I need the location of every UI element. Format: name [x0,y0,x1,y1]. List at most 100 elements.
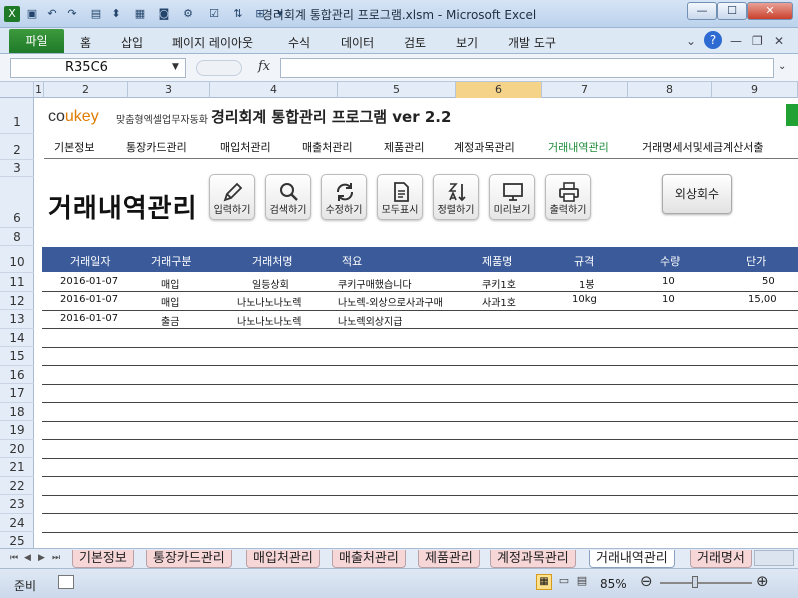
ribbon-collapse-icon[interactable]: ⌄ [686,34,696,48]
table-cell[interactable]: 50 [762,276,775,287]
formula-expand-handle[interactable] [196,60,242,76]
tab-insert[interactable]: 삽입 [121,34,143,51]
nav-item-bank-card[interactable]: 통장카드관리 [126,139,187,155]
insert-function-icon[interactable]: fx [258,59,270,74]
row-header[interactable]: 16 [0,366,34,384]
page-layout-view-icon[interactable]: ▭ [556,574,572,590]
row-header[interactable]: 1 [0,98,34,134]
doc-minimize-icon[interactable]: — [730,34,742,48]
show-all-button[interactable]: 모두표시 [377,174,423,220]
sheet-tab-bank-card[interactable]: 통장카드관리 [146,550,232,568]
table-cell[interactable]: 10 [662,276,675,287]
column-header[interactable]: 9 [712,82,798,98]
tab-data[interactable]: 데이터 [341,34,374,51]
zoom-level[interactable]: 85% [600,577,627,591]
name-box[interactable]: R35C6 [10,58,186,78]
worksheet[interactable]: coukey 맞춤형엑셀업무자동화 경리회계 통합관리 프로그램 ver 2.2… [34,98,798,548]
row-header[interactable]: 6 [0,177,34,228]
table-cell[interactable]: 나노렉-외상으로사과구매 [338,294,443,309]
print-button[interactable]: 출력하기 [545,174,591,220]
file-tab[interactable]: 파일 [9,29,64,53]
row-header[interactable]: 19 [0,421,34,440]
table-cell[interactable]: 2016-01-07 [60,294,118,305]
sort-button[interactable]: 정렬하기 [433,174,479,220]
row-header[interactable]: 12 [0,292,34,310]
row-header[interactable]: 8 [0,228,34,246]
table-cell[interactable]: 나노나노나노렉 [237,313,301,328]
table-cell[interactable]: 쿠키1호 [482,276,516,291]
zoom-slider-thumb[interactable] [692,576,698,588]
tab-review[interactable]: 검토 [404,34,426,51]
minimize-button[interactable]: — [687,2,717,20]
table-cell[interactable]: 나노나노나노렉 [237,294,301,309]
formula-input[interactable] [280,58,774,78]
edit-button[interactable]: 수정하기 [321,174,367,220]
sheet-tab-transactions[interactable]: 거래내역관리 [589,550,675,568]
row-header[interactable]: 18 [0,403,34,421]
column-header[interactable]: 4 [210,82,338,98]
tab-page-layout[interactable]: 페이지 레이아웃 [172,34,253,51]
namebox-dropdown-icon[interactable]: ▼ [172,62,179,72]
tab-formulas[interactable]: 수식 [288,34,310,51]
row-header[interactable]: 14 [0,329,34,347]
column-header[interactable]: 3 [128,82,210,98]
tab-developer[interactable]: 개발 도구 [508,34,556,51]
formula-expand-icon[interactable]: ⌄ [778,61,786,72]
nav-item-transactions[interactable]: 거래내역관리 [548,139,609,155]
table-cell[interactable]: 나노렉외상지급 [338,313,402,328]
sheet-tab-product[interactable]: 제품관리 [418,550,480,568]
maximize-button[interactable]: ☐ [717,2,747,20]
table-cell[interactable]: 쿠키구매했습니다 [338,276,412,291]
row-header[interactable]: 13 [0,310,34,329]
table-cell[interactable]: 사과1호 [482,294,516,309]
row-header[interactable]: 24 [0,514,34,532]
row-header[interactable]: 17 [0,384,34,403]
row-header[interactable]: 25 [0,532,34,548]
table-cell[interactable]: 출금 [161,313,179,328]
table-cell[interactable]: 1봉 [579,276,595,291]
column-header-selected[interactable]: 6 [456,82,542,98]
select-all-corner[interactable] [0,82,34,98]
page-break-view-icon[interactable]: ▤ [574,574,590,590]
zoom-slider-track[interactable] [660,582,752,584]
first-sheet-icon[interactable]: ⏮ [10,553,18,563]
next-sheet-icon[interactable]: ▶ [38,553,45,563]
sheet-tab-account[interactable]: 계정과목관리 [490,550,576,568]
sheet-tab-purchase-vendor[interactable]: 매입처관리 [246,550,320,568]
table-cell[interactable]: 매입 [161,276,179,291]
row-header[interactable]: 22 [0,477,34,495]
close-button[interactable]: ✕ [747,2,793,20]
tab-home[interactable]: 홈 [80,34,91,51]
table-cell[interactable]: 2016-01-07 [60,276,118,287]
column-header[interactable]: 7 [542,82,628,98]
nav-item-statement-invoice[interactable]: 거래명세서및세금계산서출 [642,139,763,155]
nav-item-account[interactable]: 계정과목관리 [454,139,515,155]
sheet-tab-basic-info[interactable]: 기본정보 [72,550,134,568]
zoom-out-icon[interactable]: ⊖ [640,572,653,590]
table-cell[interactable]: 15,00 [748,294,777,305]
table-cell[interactable]: 2016-01-07 [60,313,118,324]
row-header[interactable]: 15 [0,347,34,366]
prev-sheet-icon[interactable]: ◀ [24,553,31,563]
nav-item-sales-vendor[interactable]: 매출처관리 [302,139,353,155]
help-icon[interactable]: ? [704,31,722,49]
input-button[interactable]: 입력하기 [209,174,255,220]
row-header[interactable]: 10 [0,246,34,273]
search-button[interactable]: 검색하기 [265,174,311,220]
column-header[interactable]: 5 [338,82,456,98]
row-header[interactable]: 3 [0,160,34,177]
column-header[interactable]: 2 [44,82,128,98]
table-cell[interactable]: 일등상회 [252,276,289,291]
doc-close-icon[interactable]: ✕ [774,34,784,48]
row-header[interactable]: 23 [0,495,34,514]
table-cell[interactable]: 10 [662,294,675,305]
macro-record-icon[interactable] [58,575,74,589]
row-header[interactable]: 20 [0,440,34,458]
nav-item-basic-info[interactable]: 기본정보 [54,139,94,155]
horizontal-scrollbar[interactable] [754,550,794,566]
sheet-tab-statement[interactable]: 거래명서 [690,550,752,568]
column-header[interactable]: 1 [34,82,44,98]
preview-button[interactable]: 미리보기 [489,174,535,220]
column-header[interactable]: 8 [628,82,712,98]
table-cell[interactable]: 10kg [572,294,597,305]
